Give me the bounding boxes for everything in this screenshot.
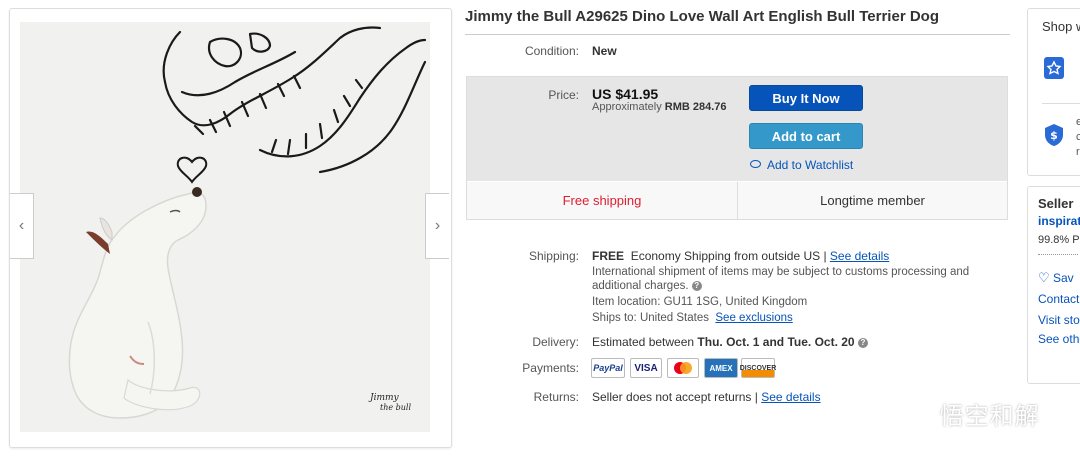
condition-value: New [592, 44, 617, 58]
eye-icon [750, 160, 761, 168]
watermark-text: 悟空和解 [939, 402, 1040, 430]
info-icon[interactable]: ? [857, 337, 868, 348]
item-location: Item location: GU11 1SG, United Kingdom [592, 296, 807, 308]
longtime-member-badge: Longtime member [738, 182, 1007, 219]
delivery-label: Delivery: [532, 335, 579, 349]
international-text: International shipment of items may be s… [592, 266, 970, 292]
add-to-watchlist-link[interactable]: Add to Watchlist [750, 158, 853, 172]
delivery-start: Thu. Oct. 1 [697, 335, 760, 349]
dinosaur-outline [162, 26, 427, 174]
amex-logo: AMEX [704, 358, 738, 378]
watermark: 悟空和解 [895, 396, 1040, 431]
shop-card-title: Shop w [1042, 19, 1080, 34]
delivery-and: and [762, 335, 785, 349]
approx-price: Approximately RMB 284.76 [592, 101, 727, 113]
returns-label: Returns: [533, 390, 579, 404]
discover-logo: DISCOVER [740, 358, 776, 378]
wechat-icon [896, 405, 930, 430]
item-location-label: Item location: [592, 296, 661, 308]
seller-divider [1038, 254, 1078, 255]
save-seller-link[interactable]: ♡ Sav [1038, 270, 1074, 286]
ships-to-label: Ships to: [592, 312, 637, 324]
payments-label: Payments: [522, 361, 579, 375]
shipping-method: Economy Shipping from outside US | [630, 249, 827, 263]
product-image[interactable]: Jimmy the bull [20, 22, 430, 432]
shipping-line: FREE Economy Shipping from outside US | … [592, 249, 889, 263]
price-value: US $41.95 [592, 86, 659, 102]
shield-dollar-icon: $ [1044, 123, 1064, 147]
delivery-end: Tue. Oct. 20 [787, 335, 855, 349]
mastercard-logo [667, 358, 699, 378]
delivery-estimate: Estimated between Thu. Oct. 1 and Tue. O… [592, 335, 868, 349]
artist-signature: Jimmy [368, 393, 400, 403]
shield-text-2: c [1076, 131, 1080, 143]
chevron-right-icon: › [434, 217, 441, 234]
chevron-left-icon: ‹ [18, 217, 25, 234]
delivery-prefix: Estimated between [592, 335, 695, 349]
svg-text:$: $ [1050, 129, 1058, 142]
add-to-cart-button[interactable]: Add to cart [749, 123, 863, 149]
returns-line: Seller does not accept returns | See det… [592, 390, 821, 404]
item-location-value: GU11 1SG, United Kingdom [663, 296, 808, 308]
artist-signature-2: the bull [380, 403, 411, 412]
ships-to-value: United States [639, 312, 709, 324]
mastercard-icon [674, 362, 692, 374]
price-label: Price: [548, 88, 579, 102]
shipping-details-link[interactable]: See details [830, 249, 889, 263]
info-icon[interactable]: ? [691, 280, 702, 291]
previous-image-button[interactable]: ‹ [10, 193, 34, 259]
guarantee-icon [1044, 57, 1064, 79]
international-note: International shipment of items may be s… [592, 265, 992, 293]
listing-title: Jimmy the Bull A29625 Dino Love Wall Art… [465, 8, 939, 25]
title-divider [465, 34, 1010, 35]
next-image-button[interactable]: › [425, 193, 449, 259]
shipping-label: Shipping: [528, 249, 579, 263]
shield-text-3: r [1076, 146, 1080, 158]
visit-store-link[interactable]: Visit stor [1038, 313, 1080, 327]
bull-terrier-illustration [68, 187, 207, 419]
shield-text-1: e [1076, 116, 1080, 128]
free-shipping-badge: Free shipping [467, 182, 737, 219]
approx-value: RMB 284.76 [664, 101, 727, 113]
see-other-items-link[interactable]: See othe [1038, 332, 1080, 346]
paypal-logo: PayPal [591, 358, 625, 378]
seller-name-link[interactable]: inspirat [1038, 214, 1080, 228]
see-exclusions-link[interactable]: See exclusions [715, 312, 792, 324]
heart-icon [176, 156, 208, 184]
seller-card-title: Seller [1038, 196, 1074, 211]
seller-feedback: 99.8% P [1038, 234, 1080, 246]
visa-logo: VISA [630, 358, 662, 378]
watchlist-label: Add to Watchlist [767, 158, 854, 172]
ships-to: Ships to: United States See exclusions [592, 312, 793, 324]
shop-card-divider [1042, 103, 1080, 104]
heart-icon: ♡ [1038, 270, 1050, 285]
condition-label: Condition: [524, 44, 579, 58]
artwork-drawing: Jimmy the bull [68, 26, 427, 419]
save-seller-label: Sav [1053, 271, 1074, 285]
contact-seller-link[interactable]: Contact [1038, 292, 1079, 306]
buy-it-now-button[interactable]: Buy It Now [749, 85, 863, 111]
approx-prefix: Approximately [592, 101, 662, 113]
returns-text: Seller does not accept returns | [592, 390, 758, 404]
shipping-free: FREE [592, 249, 625, 263]
returns-details-link[interactable]: See details [761, 390, 820, 404]
